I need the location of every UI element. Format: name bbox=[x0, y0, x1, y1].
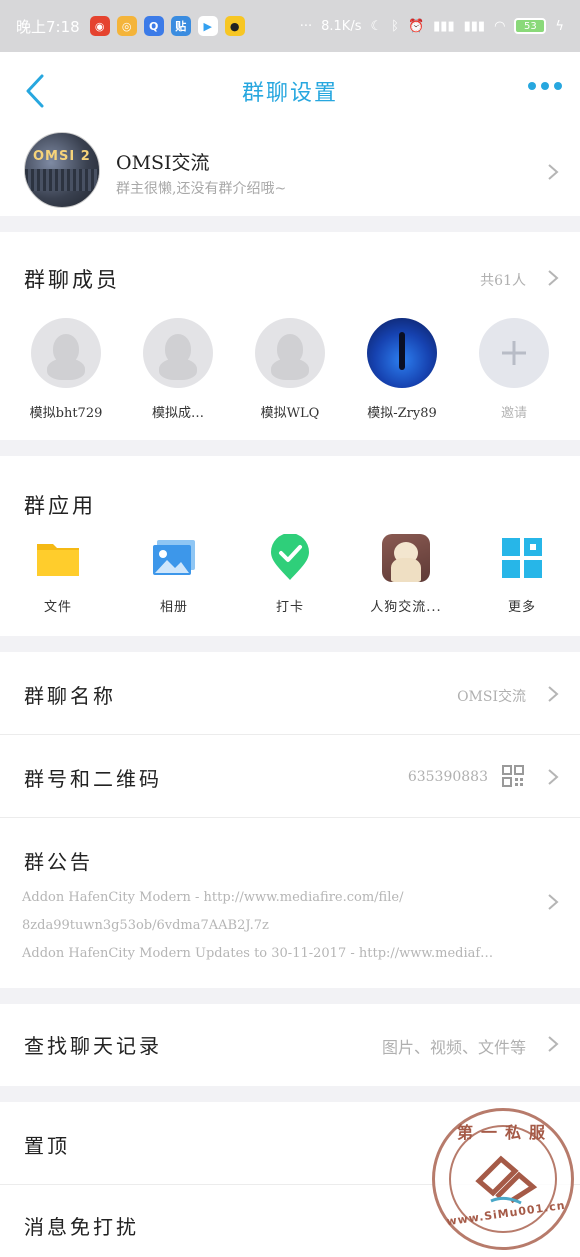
checkin-icon bbox=[266, 534, 314, 582]
chevron-right-icon bbox=[548, 1036, 559, 1052]
video-app-icon: ▶ bbox=[197, 16, 218, 36]
page-title: 群聊设置 bbox=[241, 81, 338, 106]
chevron-right-icon bbox=[548, 894, 559, 910]
notice-text-line: Addon HafenCity Modern Updates to 30-11-… bbox=[22, 946, 494, 961]
app-label: 打卡 bbox=[275, 600, 304, 615]
photo-album-icon bbox=[150, 534, 198, 582]
member-name: 模拟WLQ bbox=[260, 406, 320, 421]
app-album[interactable]: 相册 bbox=[116, 534, 232, 615]
group-notice-label: 群公告 bbox=[24, 850, 93, 874]
app-label: 更多 bbox=[507, 600, 536, 615]
back-arrow-icon[interactable] bbox=[22, 72, 52, 110]
network-speed: 8.1K/s bbox=[321, 18, 362, 34]
plus-icon bbox=[479, 318, 549, 388]
app-label: 相册 bbox=[159, 600, 188, 615]
status-bar: 晚上7:18 ◉ ◎ Q 贴 ▶ ● ··· 8.1K/s ☾ ᛒ ⏰ ▮▮▮ … bbox=[0, 0, 580, 52]
group-name-label: 群聊名称 bbox=[24, 684, 116, 708]
default-avatar-icon bbox=[255, 318, 325, 388]
members-list: 模拟bht729 模拟成… 模拟WLQ 模拟-Zry89 邀请 bbox=[0, 318, 580, 421]
group-id-qr-row[interactable]: 群号和二维码 635390883 bbox=[0, 735, 580, 817]
group-apps-section: 群应用 文件 相册 打卡 人狗交流... 更多 bbox=[0, 456, 580, 636]
member-item[interactable]: 模拟-Zry89 bbox=[346, 318, 458, 421]
group-id-value: 635390883 bbox=[407, 769, 488, 785]
app-label: 人狗交流... bbox=[370, 600, 442, 615]
apps-title: 群应用 bbox=[24, 494, 96, 518]
group-id-label: 群号和二维码 bbox=[24, 767, 162, 791]
status-time: 晚上7:18 bbox=[16, 17, 80, 36]
app-label: 文件 bbox=[43, 600, 72, 615]
signal-icon: ▮▮▮ bbox=[433, 18, 455, 34]
chevron-right-icon bbox=[548, 270, 559, 286]
mute-label: 消息免打扰 bbox=[24, 1215, 139, 1239]
search-history-label: 查找聊天记录 bbox=[24, 1034, 162, 1058]
app-files[interactable]: 文件 bbox=[0, 534, 116, 615]
group-avatar: OMSI 2 bbox=[24, 132, 100, 208]
moon-icon: ☾ bbox=[370, 18, 383, 34]
app-checkin[interactable]: 打卡 bbox=[232, 534, 348, 615]
qq-app-icon: Q bbox=[143, 16, 164, 36]
member-name: 模拟成… bbox=[151, 406, 204, 421]
bluetooth-icon: ᛒ bbox=[391, 18, 399, 34]
charging-icon: ϟ bbox=[555, 18, 564, 34]
members-title: 群聊成员 bbox=[24, 268, 120, 292]
more-options-icon[interactable] bbox=[528, 82, 562, 90]
invite-button[interactable]: 邀请 bbox=[458, 318, 570, 421]
weibo-app-icon: ◎ bbox=[116, 16, 137, 36]
apps-list: 文件 相册 打卡 人狗交流... 更多 bbox=[0, 534, 580, 615]
members-section: 群聊成员 共61人 模拟bht729 模拟成… 模拟WLQ 模拟-Zry89 邀… bbox=[0, 232, 580, 440]
group-profile-row[interactable]: OMSI 2 OMSI交流 群主很懒,还没有群介绍哦~ bbox=[0, 130, 580, 216]
status-right: ··· 8.1K/s ☾ ᛒ ⏰ ▮▮▮ ▮▮▮ ◠ 53 ϟ bbox=[300, 18, 564, 34]
default-avatar-icon bbox=[143, 318, 213, 388]
grid-more-icon bbox=[498, 534, 546, 582]
app-more[interactable]: 更多 bbox=[464, 534, 580, 615]
watermark-logo-icon bbox=[475, 1155, 538, 1205]
chevron-right-icon bbox=[548, 769, 559, 785]
qr-code-icon bbox=[502, 765, 524, 787]
watermark-top-text: 第一私服 bbox=[456, 1123, 553, 1142]
wifi-icon: ◠ bbox=[494, 18, 506, 34]
more-notifications-icon: ··· bbox=[299, 18, 313, 34]
nav-bar: 群聊设置 bbox=[0, 52, 580, 130]
member-name: 模拟-Zry89 bbox=[367, 406, 437, 421]
netease-app-icon: ◉ bbox=[89, 16, 110, 36]
members-count: 共61人 bbox=[480, 273, 526, 289]
alarm-icon: ⏰ bbox=[407, 18, 425, 34]
member-item[interactable]: 模拟成… bbox=[122, 318, 234, 421]
group-notice-row[interactable]: 群公告 Addon HafenCity Modern - http://www.… bbox=[0, 818, 580, 988]
chevron-right-icon bbox=[548, 164, 559, 180]
signal-2-icon: ▮▮▮ bbox=[463, 18, 486, 34]
pin-chat-label: 置顶 bbox=[24, 1134, 70, 1158]
search-history-hint: 图片、视频、文件等 bbox=[381, 1038, 526, 1057]
group-name: OMSI交流 bbox=[116, 152, 210, 174]
tieba-app-icon: 贴 bbox=[170, 16, 191, 36]
chevron-right-icon bbox=[548, 686, 559, 702]
battery-icon: 53 bbox=[514, 18, 547, 34]
group-name-value: OMSI交流 bbox=[457, 689, 526, 705]
notice-text-line: Addon HafenCity Modern - http://www.medi… bbox=[22, 890, 404, 905]
game-app-icon: ● bbox=[224, 16, 245, 36]
group-name-row[interactable]: 群聊名称 OMSI交流 bbox=[0, 652, 580, 734]
dog-photo-icon bbox=[382, 534, 430, 582]
invite-label: 邀请 bbox=[500, 406, 527, 421]
member-name: 模拟bht729 bbox=[29, 406, 103, 421]
watermark-stamp: 第一私服 www.SiMu001.cn bbox=[432, 1108, 574, 1250]
search-history-row[interactable]: 查找聊天记录 图片、视频、文件等 bbox=[0, 1004, 580, 1086]
member-photo-avatar bbox=[367, 318, 437, 388]
app-dog-chat[interactable]: 人狗交流... bbox=[348, 534, 464, 615]
group-description: 群主很懒,还没有群介绍哦~ bbox=[116, 181, 287, 197]
folder-icon bbox=[34, 534, 82, 582]
notice-text-line: 8zda99tuwn3g53ob/6vdma7AAB2J.7z bbox=[22, 918, 269, 933]
member-item[interactable]: 模拟bht729 bbox=[10, 318, 122, 421]
members-header-row[interactable]: 群聊成员 共61人 bbox=[0, 232, 580, 312]
member-item[interactable]: 模拟WLQ bbox=[234, 318, 346, 421]
group-avatar-logo: OMSI 2 bbox=[33, 149, 91, 164]
default-avatar-icon bbox=[31, 318, 101, 388]
